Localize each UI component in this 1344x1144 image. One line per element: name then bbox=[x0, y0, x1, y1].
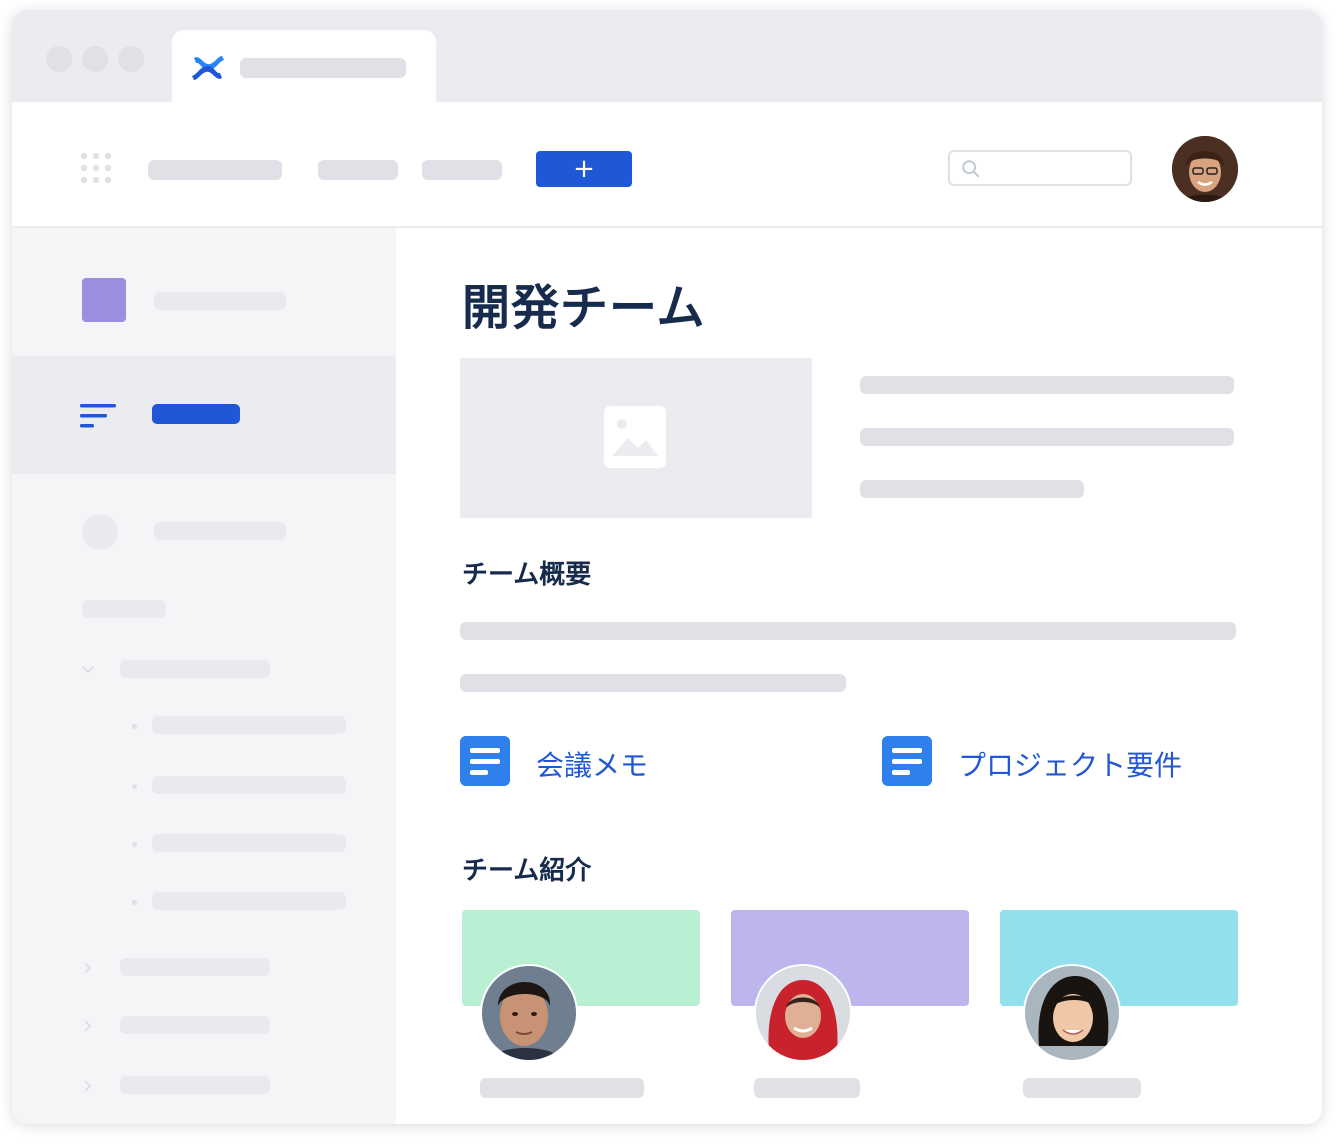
image-placeholder[interactable] bbox=[460, 358, 812, 518]
tree-child-placeholder[interactable] bbox=[152, 776, 346, 794]
team-member-avatar[interactable] bbox=[480, 964, 578, 1062]
search-input[interactable] bbox=[948, 150, 1132, 186]
nav-item-placeholder[interactable] bbox=[148, 160, 282, 180]
chevron-right-icon[interactable] bbox=[80, 960, 96, 976]
member-name-placeholder bbox=[754, 1078, 860, 1098]
sidebar-item-placeholder[interactable] bbox=[154, 522, 286, 540]
browser-tab[interactable] bbox=[172, 30, 436, 110]
create-button[interactable]: + bbox=[536, 151, 632, 187]
window-close-dot[interactable] bbox=[46, 46, 72, 72]
sidebar-heading-placeholder bbox=[82, 600, 166, 618]
nav-item-placeholder[interactable] bbox=[422, 160, 502, 180]
sidebar-item-active[interactable] bbox=[12, 356, 396, 474]
bullet-dot bbox=[132, 900, 137, 905]
page-title: 開発チーム bbox=[462, 280, 706, 336]
member-name-placeholder bbox=[1023, 1078, 1141, 1098]
tree-item-placeholder[interactable] bbox=[120, 1076, 270, 1094]
link-project-requirements[interactable]: プロジェクト要件 bbox=[882, 736, 1242, 788]
image-icon bbox=[604, 406, 666, 468]
confluence-logo-icon bbox=[192, 56, 224, 80]
browser-window: + 開発チーム チーム概要 会議メモ プロジェクト要件 チーム紹介 bbox=[12, 10, 1322, 1124]
user-avatar[interactable] bbox=[1172, 136, 1238, 202]
tree-item-placeholder[interactable] bbox=[120, 660, 270, 678]
text-placeholder bbox=[860, 428, 1234, 446]
top-navigation: + bbox=[12, 102, 1322, 228]
text-placeholder bbox=[460, 622, 1236, 640]
browser-titlebar bbox=[12, 10, 1322, 110]
text-placeholder bbox=[860, 376, 1234, 394]
space-name-placeholder[interactable] bbox=[154, 292, 286, 310]
tree-item-placeholder[interactable] bbox=[120, 958, 270, 976]
chevron-right-icon[interactable] bbox=[80, 1078, 96, 1094]
app-grid-icon[interactable] bbox=[80, 152, 116, 188]
tab-title-placeholder bbox=[240, 58, 406, 78]
member-photo bbox=[756, 966, 850, 1060]
bullet-dot bbox=[132, 724, 137, 729]
member-photo bbox=[482, 966, 576, 1060]
space-icon[interactable] bbox=[82, 278, 126, 322]
team-heading: チーム紹介 bbox=[462, 856, 592, 886]
overview-heading: チーム概要 bbox=[462, 560, 592, 590]
page-content: 開発チーム チーム概要 会議メモ プロジェクト要件 チーム紹介 bbox=[396, 228, 1322, 1124]
tree-child-placeholder[interactable] bbox=[152, 834, 346, 852]
link-label[interactable]: プロジェクト要件 bbox=[958, 744, 1182, 784]
member-name-placeholder bbox=[480, 1078, 644, 1098]
team-member-avatar[interactable] bbox=[754, 964, 852, 1062]
chevron-right-icon[interactable] bbox=[80, 1018, 96, 1034]
text-placeholder bbox=[460, 674, 846, 692]
tree-child-placeholder[interactable] bbox=[152, 716, 346, 734]
nav-item-placeholder[interactable] bbox=[318, 160, 398, 180]
team-member-avatar[interactable] bbox=[1023, 964, 1121, 1062]
user-photo bbox=[1172, 136, 1238, 202]
tree-item-placeholder[interactable] bbox=[120, 1016, 270, 1034]
link-meeting-notes[interactable]: 会議メモ bbox=[460, 736, 760, 788]
chevron-down-icon[interactable] bbox=[80, 662, 96, 678]
link-label[interactable]: 会議メモ bbox=[536, 744, 648, 784]
document-icon bbox=[882, 736, 932, 786]
tree-child-placeholder[interactable] bbox=[152, 892, 346, 910]
window-minimize-dot[interactable] bbox=[82, 46, 108, 72]
sidebar-active-label-placeholder bbox=[152, 404, 240, 424]
bullet-dot bbox=[132, 784, 137, 789]
bullet-dot bbox=[132, 842, 137, 847]
text-placeholder bbox=[860, 480, 1084, 498]
document-icon bbox=[460, 736, 510, 786]
sidebar-item-icon bbox=[82, 514, 118, 550]
member-photo bbox=[1025, 966, 1119, 1060]
window-maximize-dot[interactable] bbox=[118, 46, 144, 72]
list-lines-icon bbox=[80, 404, 116, 428]
sidebar bbox=[12, 228, 396, 1124]
search-icon bbox=[962, 160, 980, 178]
